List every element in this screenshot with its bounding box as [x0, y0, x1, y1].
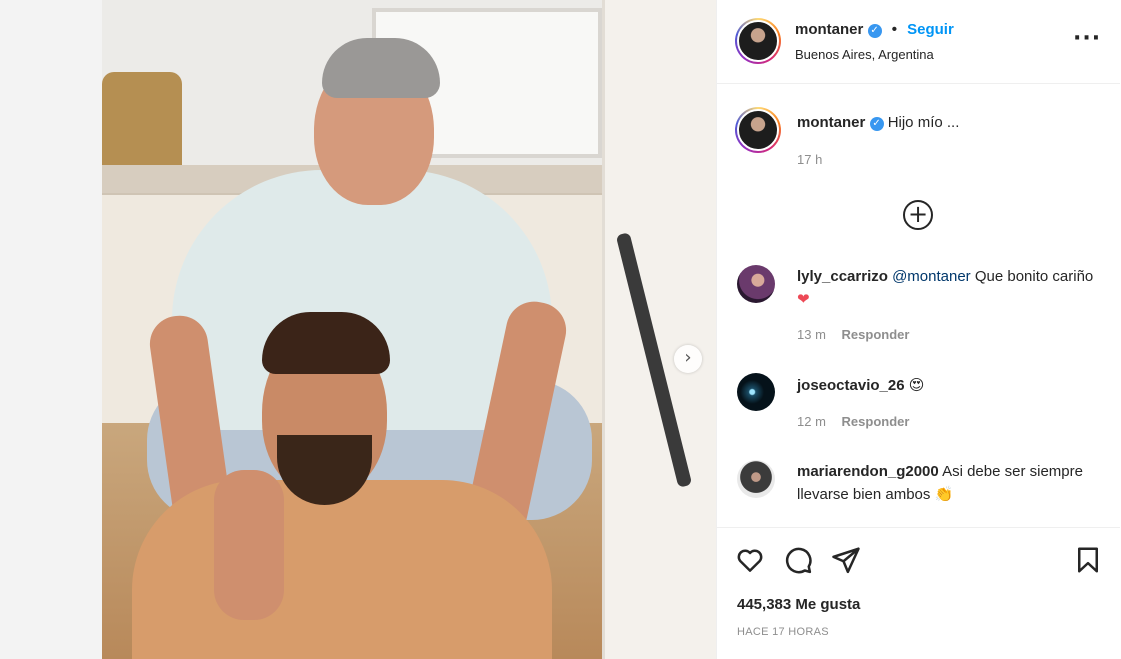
commenter-avatar[interactable]	[737, 460, 775, 498]
left-gutter	[0, 0, 102, 659]
post-location[interactable]: Buenos Aires, Argentina	[795, 47, 934, 62]
post-timestamp: HACE 17 HORAS	[737, 626, 829, 638]
more-horizontal-icon[interactable]: ···	[1073, 26, 1101, 51]
heart-icon[interactable]	[735, 545, 765, 575]
comment-time: 12 m	[797, 414, 826, 429]
author-avatar[interactable]	[735, 18, 781, 64]
caption-time: 17 h	[797, 152, 823, 167]
comment-mention[interactable]: @montaner	[892, 268, 971, 285]
person-one-hair	[322, 38, 440, 98]
post-actions: 445,383 Me gusta HACE 17 HORAS	[717, 527, 1120, 659]
heart-emoji: ❤	[797, 290, 810, 308]
add-circle-icon[interactable]: +	[903, 200, 933, 230]
caption-username[interactable]: montaner	[797, 114, 865, 131]
person-two-shirt	[132, 480, 552, 659]
follow-button[interactable]: Seguir	[907, 21, 954, 38]
comment-text: lyly_ccarrizo @montaner Que bonito cariñ…	[797, 266, 1097, 311]
comment-username[interactable]: lyly_ccarrizo	[797, 268, 888, 285]
comment-icon[interactable]	[783, 545, 813, 575]
author-username[interactable]: montaner	[795, 21, 863, 38]
author-line: montaner ✓ • Seguir	[795, 21, 954, 38]
comment-meta: 13 m Responder	[797, 327, 909, 342]
chevron-right-icon: ›	[684, 347, 692, 368]
person-two-hair	[262, 312, 390, 374]
separator-dot: •	[891, 21, 897, 38]
verified-icon: ✓	[869, 117, 884, 131]
carousel-next-button[interactable]: ›	[674, 345, 702, 373]
share-icon[interactable]	[831, 545, 861, 575]
comment-meta: 12 m Responder	[797, 414, 909, 429]
post-header: montaner ✓ • Seguir Buenos Aires, Argent…	[717, 0, 1120, 84]
caption-avatar[interactable]	[735, 107, 781, 153]
caption-avatar-image	[737, 109, 779, 151]
photo-door	[602, 0, 716, 659]
comment-username[interactable]: joseoctavio_26	[797, 377, 905, 394]
heart-eyes-emoji: 😍	[908, 376, 925, 394]
comment-body: Que bonito cariño	[970, 268, 1094, 285]
post-side-panel: montaner ✓ • Seguir Buenos Aires, Argent…	[716, 0, 1121, 659]
caption-text: Hijo mío ...	[887, 114, 960, 131]
caption: montaner ✓ Hijo mío ...	[797, 114, 959, 131]
comment-text: joseoctavio_26 😍	[797, 374, 1097, 397]
reply-button[interactable]: Responder	[842, 414, 910, 429]
author-avatar-image	[737, 20, 779, 62]
comment-time: 13 m	[797, 327, 826, 342]
commenter-avatar[interactable]	[737, 265, 775, 303]
comment-username[interactable]: mariarendon_g2000	[797, 463, 939, 480]
commenter-avatar[interactable]	[737, 373, 775, 411]
clapping-emoji: 👏	[934, 485, 954, 503]
bookmark-icon[interactable]	[1073, 545, 1103, 575]
photo-bag	[102, 72, 182, 167]
likes-count[interactable]: 445,383 Me gusta	[737, 596, 860, 613]
reply-button[interactable]: Responder	[842, 327, 910, 342]
person-one-hand	[214, 470, 284, 620]
post-photo[interactable]	[102, 0, 716, 659]
verified-icon: ✓	[867, 24, 882, 38]
comment-text: mariarendon_g2000 Asi debe ser siempre l…	[797, 461, 1097, 506]
